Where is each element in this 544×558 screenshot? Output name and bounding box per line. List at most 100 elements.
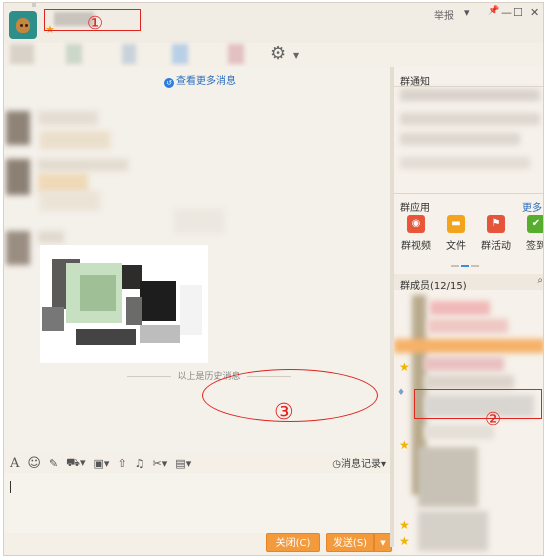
app-label: 群活动 (481, 241, 511, 252)
notice-text-blurred (400, 157, 530, 169)
image-pixel-block (80, 275, 116, 311)
avatar-eye (20, 24, 23, 27)
divider (394, 86, 543, 87)
folder-icon: ▬ (447, 215, 465, 233)
more-icon[interactable]: ▤▾ (175, 457, 191, 470)
notice-text-blurred (400, 113, 540, 125)
member-name-blurred (424, 425, 494, 439)
search-icon[interactable]: ⌕ (537, 275, 543, 286)
magic-icon[interactable]: ✎ (49, 457, 58, 470)
screenshot-icon[interactable]: ⛟▾ (66, 456, 85, 471)
more-messages-link[interactable]: ↺ 查看更多消息 (164, 72, 236, 88)
image-icon[interactable]: ▣▾ (94, 457, 110, 470)
member-icon: ♦ (397, 388, 406, 398)
message-record-label: 消息记录 (340, 459, 381, 470)
message-avatar (6, 111, 30, 145)
star-icon: ★ (399, 360, 410, 374)
send-button[interactable]: 发送(S) (326, 533, 374, 552)
member-name-blurred (418, 511, 488, 551)
notice-text-blurred (400, 133, 520, 145)
message-avatar (6, 231, 30, 265)
right-panel: 群通知 群应用 更多 ◉ 群视频 ▬ 文件 ⚑ 群活动 ✔ 签到 群成员(12/… (394, 67, 544, 555)
message-bubble-blurred (40, 191, 100, 211)
close-icon[interactable]: ✕ (530, 6, 539, 19)
image-message[interactable] (40, 245, 208, 363)
close-button[interactable]: 关闭(C) (266, 533, 320, 552)
message-sender-blurred (38, 159, 128, 171)
chevron-down-icon[interactable]: ▾ (464, 6, 470, 19)
input-toolbar: A ☺ ✎ ⛟▾ ▣▾ ⇧ ♫ ✂▾ ▤▾ ◷消息记录▾ (4, 453, 390, 473)
pin-icon[interactable]: 📌 (488, 6, 499, 16)
chat-window: ★ ① 举报 ▾ 📌 — ☐ ✕ ⚙ ▼ ↺ 查看更多消息 以上是历史消息 ③ … (3, 2, 544, 556)
font-icon[interactable]: A (10, 456, 19, 471)
clock-icon: ◷ (332, 459, 341, 470)
image-pixel-block (140, 325, 180, 343)
chevron-down-icon[interactable]: ▼ (293, 51, 299, 60)
window-corner (32, 3, 36, 7)
app-label: 群视频 (401, 241, 431, 252)
report-button[interactable]: 举报 (434, 7, 454, 22)
message-bubble-blurred (40, 131, 110, 149)
member-row-highlight (394, 339, 543, 353)
app-files[interactable]: ▬ 文件 (438, 215, 474, 252)
chevron-down-icon: ▾ (380, 459, 386, 470)
app-group-video[interactable]: ◉ 群视频 (398, 215, 434, 252)
apps-title: 群应用 (400, 203, 430, 214)
image-pixel-block (42, 307, 64, 331)
image-pixel-block (180, 285, 202, 335)
star-icon: ★ (399, 518, 410, 532)
image-pixel-block (76, 329, 136, 345)
pager-dot (451, 265, 459, 267)
check-icon: ✔ (527, 215, 543, 233)
member-name-blurred (424, 357, 504, 371)
members-header: 群成员(12/15) ⌕ (394, 274, 543, 292)
image-pixel-block (122, 265, 142, 289)
group-apps: ◉ 群视频 ▬ 文件 ⚑ 群活动 ✔ 签到 (394, 215, 544, 265)
video-icon: ◉ (407, 215, 425, 233)
toolbar-item-blurred[interactable] (228, 44, 244, 64)
pager-dot (461, 265, 469, 267)
apps-more-link[interactable]: 更多 (522, 199, 542, 214)
image-pixel-block (140, 281, 176, 321)
message-sender-blurred (38, 111, 98, 125)
annotation-marker-1: ① (87, 13, 104, 34)
annotation-marker-2: ② (485, 409, 502, 430)
members-title: 群成员(12/15) (400, 281, 467, 292)
apps-pager[interactable] (451, 259, 481, 267)
image-pixel-block (126, 297, 142, 325)
music-icon[interactable]: ♫ (135, 457, 145, 470)
app-label: 文件 (446, 241, 466, 252)
message-record-button[interactable]: ◷消息记录▾ (332, 455, 386, 470)
minimize-button[interactable]: — (501, 6, 512, 19)
pager-dot (471, 265, 479, 267)
message-bubble-blurred (38, 173, 88, 193)
group-avatar[interactable] (9, 11, 37, 39)
member-name-blurred (428, 319, 508, 333)
toolbar-item-blurred[interactable] (122, 44, 136, 64)
title-bar: ★ ① 举报 ▾ 📌 — ☐ ✕ (4, 3, 543, 43)
clock-icon: ↺ (164, 78, 174, 88)
star-icon: ★ (399, 438, 410, 452)
message-avatar (6, 159, 30, 195)
maximize-button[interactable]: ☐ (513, 6, 523, 19)
toolbar-item-blurred[interactable] (172, 44, 188, 64)
member-name-blurred (424, 375, 514, 389)
emoji-icon[interactable]: ☺ (27, 456, 41, 471)
app-label: 签到 (526, 241, 544, 252)
toolbar-item-blurred[interactable] (10, 44, 34, 64)
gear-icon[interactable]: ⚙ (270, 44, 286, 64)
upload-icon[interactable]: ⇧ (117, 457, 126, 470)
message-bubble-blurred (174, 209, 224, 233)
scissors-icon[interactable]: ✂▾ (153, 457, 168, 470)
toolbar-item-blurred[interactable] (66, 44, 82, 64)
app-checkin[interactable]: ✔ 签到 (518, 215, 544, 252)
flag-icon: ⚑ (487, 215, 505, 233)
more-messages-label: 查看更多消息 (176, 76, 236, 87)
member-name-blurred (430, 301, 490, 315)
avatar-eye (25, 24, 28, 27)
divider (394, 193, 543, 194)
notice-text-blurred[interactable] (400, 89, 540, 101)
app-group-activity[interactable]: ⚑ 群活动 (478, 215, 514, 252)
member-list[interactable]: ★ ♦ ★ ★ ★ (394, 291, 543, 555)
message-input[interactable] (4, 473, 390, 533)
